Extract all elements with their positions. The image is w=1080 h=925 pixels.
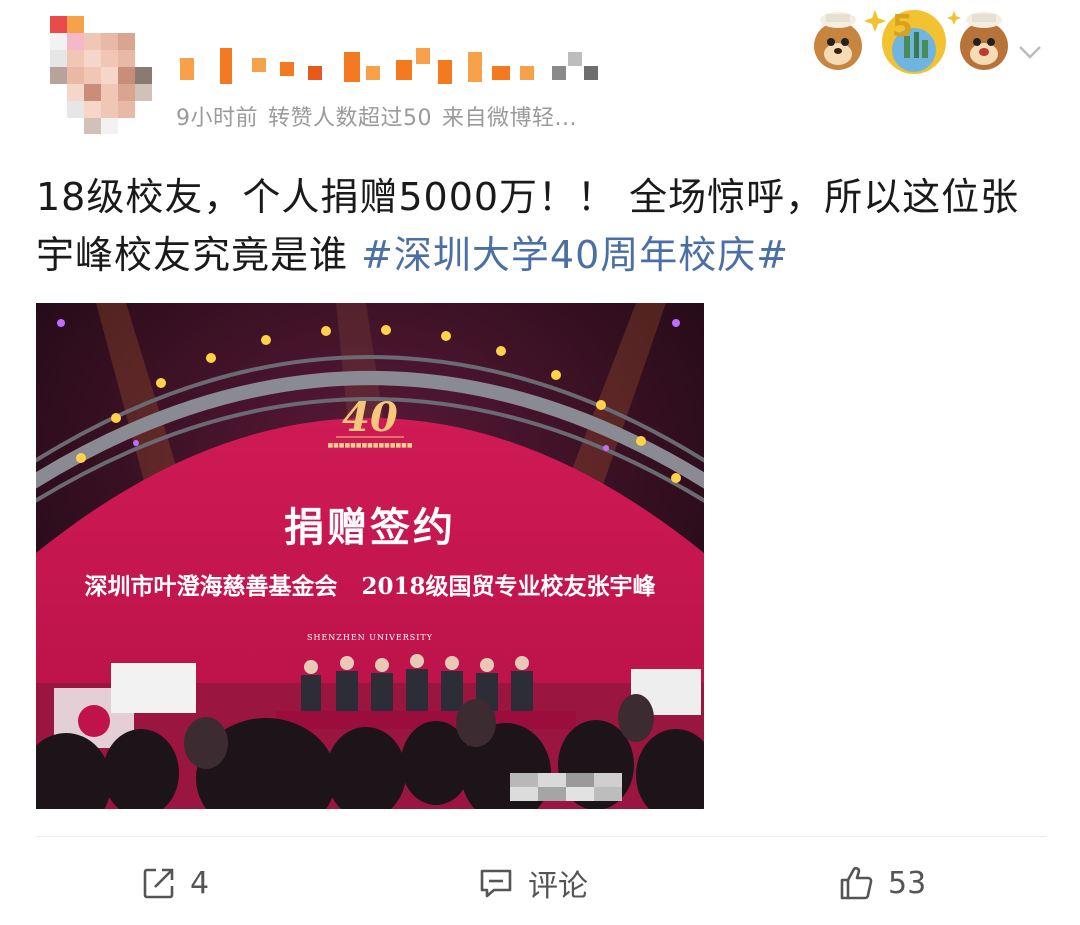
actions-divider xyxy=(36,836,1046,837)
repost-button[interactable]: 4 xyxy=(142,858,209,908)
university-label: SHENZHEN UNIVERSITY xyxy=(306,633,433,642)
like-button[interactable]: 53 xyxy=(838,858,926,908)
post-photo[interactable]: 40 ■■■■■■■■■■■■■■■ 捐赠签约 深圳市叶澄海慈善基金会 2018… xyxy=(36,303,704,809)
hashtag-link[interactable]: #深圳大学40周年校庆# xyxy=(361,233,789,277)
anniversary-badge-icon: 5 xyxy=(814,9,1008,74)
post-source[interactable]: 来自微博轻... xyxy=(442,106,577,131)
logo-40-text: 40 xyxy=(342,394,398,441)
stage-subtitle-alumnus: 2018级国贸专业校友张宇峰 xyxy=(361,573,656,600)
svg-text:5: 5 xyxy=(892,9,913,44)
stage-title: 捐赠签约 xyxy=(284,504,456,551)
repost-icon xyxy=(143,868,174,899)
stage-scene-image: 40 xyxy=(36,303,704,809)
comment-label: 评论 xyxy=(528,869,588,904)
like-count: 53 xyxy=(888,865,927,901)
stage-subtitle-foundation: 深圳市叶澄海慈善基金会 xyxy=(84,573,338,600)
thumbs-up-icon xyxy=(840,866,873,900)
repost-threshold: 转赞人数超过50 xyxy=(268,106,432,131)
logo-subtitle: ■■■■■■■■■■■■■■■ xyxy=(327,442,413,449)
chevron-down-icon[interactable] xyxy=(1018,44,1042,60)
username-pixelated[interactable] xyxy=(180,48,620,84)
repost-count: 4 xyxy=(190,865,210,901)
post-body: 18级校友，个人捐赠5000万！！ 全场惊呼，所以这位张宇峰校友究竟是谁 #深圳… xyxy=(36,168,1046,284)
post-time: 9小时前 xyxy=(176,106,258,131)
comment-icon xyxy=(480,869,512,898)
comment-button[interactable]: 评论 xyxy=(478,858,588,908)
post-meta: 9小时前 转赞人数超过50 来自微博轻... xyxy=(176,100,587,132)
user-avatar[interactable] xyxy=(50,16,152,134)
stage-subtitle: 深圳市叶澄海慈善基金会 2018级国贸专业校友张宇峰 xyxy=(36,567,704,601)
